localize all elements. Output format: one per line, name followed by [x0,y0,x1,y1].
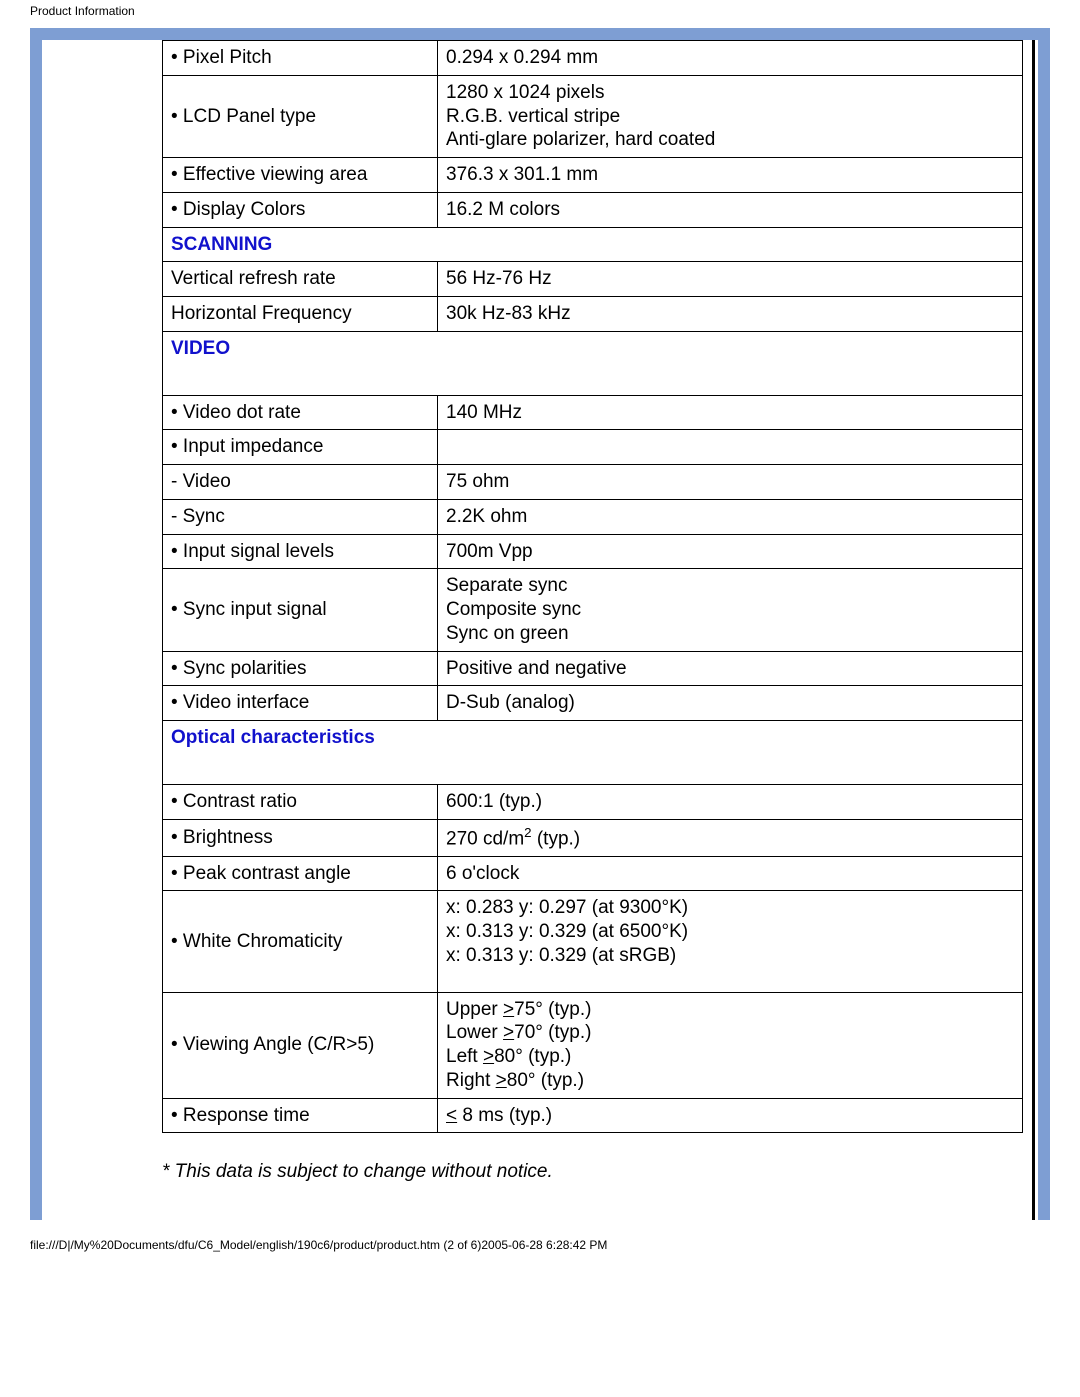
page-header: Product Information [0,0,1080,20]
table-row: • Pixel Pitch 0.294 x 0.294 mm [163,41,1023,76]
table-row: - Video 75 ohm [163,465,1023,500]
cell-label: • Display Colors [163,192,438,227]
cell-value: 56 Hz-76 Hz [438,262,1023,297]
table-row: • Display Colors 16.2 M colors [163,192,1023,227]
cell-label: • Video dot rate [163,395,438,430]
table-row: • Video interface D-Sub (analog) [163,686,1023,721]
cell-label: • Video interface [163,686,438,721]
cell-label: • LCD Panel type [163,75,438,157]
spec-table: • Pixel Pitch 0.294 x 0.294 mm • LCD Pan… [162,40,1023,1133]
cell-label: Vertical refresh rate [163,262,438,297]
cell-label: • Input signal levels [163,534,438,569]
table-row: • Viewing Angle (C/R>5) Upper >75° (typ.… [163,992,1023,1098]
cell-label: • Sync input signal [163,569,438,651]
cell-label: • White Chromaticity [163,891,438,992]
va-left-pre: Left [446,1046,483,1067]
cell-value: 6 o'clock [438,856,1023,891]
section-header-optical: Optical characteristics [163,721,1023,785]
table-row: • Sync polarities Positive and negative [163,651,1023,686]
va-left-sym: > [483,1046,494,1067]
va-right-sym: > [496,1070,507,1091]
section-row: VIDEO [163,331,1023,395]
response-post: 8 ms (typ.) [457,1105,552,1126]
cell-value [438,430,1023,465]
cell-value: Positive and negative [438,651,1023,686]
cell-value: 700m Vpp [438,534,1023,569]
table-row: - Sync 2.2K ohm [163,499,1023,534]
brightness-sup: 2 [524,825,531,840]
cell-value: 75 ohm [438,465,1023,500]
table-row: • Contrast ratio 600:1 (typ.) [163,784,1023,819]
cell-label: • Sync polarities [163,651,438,686]
va-lower-pre: Lower [446,1022,503,1043]
cell-label: • Peak contrast angle [163,856,438,891]
cell-value: 16.2 M colors [438,192,1023,227]
cell-label: - Sync [163,499,438,534]
cell-label: • Contrast ratio [163,784,438,819]
section-header-video: VIDEO [163,331,1023,395]
cell-label: • Pixel Pitch [163,41,438,76]
table-row: Horizontal Frequency 30k Hz-83 kHz [163,297,1023,332]
response-sym: < [446,1105,457,1126]
content-area: • Pixel Pitch 0.294 x 0.294 mm • LCD Pan… [42,40,1038,1220]
va-upper-pre: Upper [446,999,503,1020]
brightness-text-post: (typ.) [532,828,581,849]
table-row: Vertical refresh rate 56 Hz-76 Hz [163,262,1023,297]
cell-value: Upper >75° (typ.) Lower >70° (typ.) Left… [438,992,1023,1098]
table-row: • LCD Panel type 1280 x 1024 pixels R.G.… [163,75,1023,157]
va-right-post: 80° (typ.) [507,1070,584,1091]
table-row: • Sync input signal Separate sync Compos… [163,569,1023,651]
cell-label: - Video [163,465,438,500]
cell-value: 270 cd/m2 (typ.) [438,819,1023,856]
cell-label: • Viewing Angle (C/R>5) [163,992,438,1098]
page-footer-path: file:///D|/My%20Documents/dfu/C6_Model/e… [0,1220,1080,1260]
va-left-post: 80° (typ.) [494,1046,571,1067]
cell-label: • Brightness [163,819,438,856]
va-lower-post: 70° (typ.) [514,1022,591,1043]
brightness-text-pre: 270 cd/m [446,828,524,849]
cell-value: Separate sync Composite sync Sync on gre… [438,569,1023,651]
footnote-text: * This data is subject to change without… [162,1133,1023,1183]
cell-label: • Effective viewing area [163,158,438,193]
va-right-pre: Right [446,1070,496,1091]
cell-value: < 8 ms (typ.) [438,1098,1023,1133]
cell-value: 376.3 x 301.1 mm [438,158,1023,193]
cell-value: 1280 x 1024 pixels R.G.B. vertical strip… [438,75,1023,157]
table-row: • Brightness 270 cd/m2 (typ.) [163,819,1023,856]
section-row: SCANNING [163,227,1023,262]
va-upper-post: 75° (typ.) [514,999,591,1020]
table-row: • Peak contrast angle 6 o'clock [163,856,1023,891]
cell-value: D-Sub (analog) [438,686,1023,721]
page-frame: • Pixel Pitch 0.294 x 0.294 mm • LCD Pan… [30,28,1050,1220]
section-row: Optical characteristics [163,721,1023,785]
table-row: • Input impedance [163,430,1023,465]
section-header-scanning: SCANNING [163,227,1023,262]
cell-label: Horizontal Frequency [163,297,438,332]
cell-value: 0.294 x 0.294 mm [438,41,1023,76]
cell-value: x: 0.283 y: 0.297 (at 9300°K) x: 0.313 y… [438,891,1023,992]
va-upper-sym: > [503,999,514,1020]
table-row: • White Chromaticity x: 0.283 y: 0.297 (… [163,891,1023,992]
scrollbar-indicator[interactable] [1032,40,1035,1220]
cell-value: 30k Hz-83 kHz [438,297,1023,332]
table-row: • Response time < 8 ms (typ.) [163,1098,1023,1133]
table-row: • Video dot rate 140 MHz [163,395,1023,430]
table-row: • Input signal levels 700m Vpp [163,534,1023,569]
va-lower-sym: > [503,1022,514,1043]
cell-value: 140 MHz [438,395,1023,430]
table-row: • Effective viewing area 376.3 x 301.1 m… [163,158,1023,193]
cell-label: • Response time [163,1098,438,1133]
cell-label: • Input impedance [163,430,438,465]
cell-value: 600:1 (typ.) [438,784,1023,819]
cell-value: 2.2K ohm [438,499,1023,534]
